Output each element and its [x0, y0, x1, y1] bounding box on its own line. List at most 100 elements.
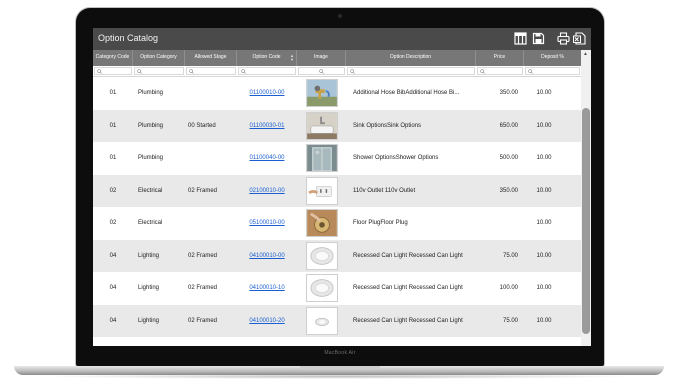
- header-allowed-stage[interactable]: Allowed Stage: [185, 50, 237, 66]
- cell-allowed-stage: [188, 207, 238, 239]
- option-code-link[interactable]: 01100030-01: [250, 123, 285, 129]
- header-price[interactable]: Price: [476, 50, 524, 66]
- cell-price: 100.00: [499, 285, 518, 291]
- filter-option-description[interactable]: [347, 67, 475, 75]
- header-option-code[interactable]: Option Code ▲ ▼: [237, 50, 297, 66]
- cell-allowed-stage: [188, 77, 238, 109]
- cell-category-code: 01: [109, 90, 117, 96]
- cell-option-category: Plumbing: [138, 90, 164, 96]
- option-code-link[interactable]: 01100040-00: [250, 155, 285, 161]
- excel-export-icon[interactable]: [573, 32, 586, 45]
- table-row[interactable]: 01 Plumbing 00 Started 01100030-01 Sink Opti…: [93, 109, 581, 142]
- table-row[interactable]: 04 Lighting 02 Framed 04100010-10 Recessed C…: [93, 272, 581, 304]
- cell-price: 75.00: [502, 317, 518, 324]
- search-icon: [480, 69, 485, 74]
- cell-option-code[interactable]: 02100010-00: [237, 175, 297, 207]
- cell-option-description: Shower OptionsShower Options: [353, 155, 439, 161]
- search-icon: [350, 69, 355, 74]
- option-code-link[interactable]: 01100010-00: [250, 90, 285, 96]
- shower-thumbnail[interactable]: [306, 144, 338, 172]
- table-row[interactable]: 04 Lighting 02 Framed 04100010-20 Recessed C…: [93, 304, 581, 337]
- header-deposit[interactable]: Deposit %: [524, 50, 581, 66]
- page-title: Option Catalog: [98, 33, 159, 43]
- cell-deposit: 10.00: [536, 155, 552, 161]
- can-light-thumbnail[interactable]: [306, 241, 338, 270]
- cell-price: 75.00: [502, 252, 518, 259]
- filter-option-category[interactable]: [134, 67, 184, 75]
- sink-thumbnail[interactable]: [306, 111, 338, 140]
- filter-price[interactable]: [477, 67, 523, 75]
- header-category-code[interactable]: Category Code: [93, 50, 133, 66]
- cell-deposit: 10.00: [536, 285, 552, 291]
- filter-image[interactable]: [298, 67, 345, 75]
- can-light-small-thumbnail[interactable]: [306, 306, 338, 335]
- search-icon: [241, 69, 246, 74]
- cell-category-code: 04: [109, 285, 117, 291]
- cell-price: 350.00: [499, 90, 518, 96]
- print-icon[interactable]: [557, 32, 570, 45]
- cell-option-description: Additional Hose BibAdditional Hose Bi...: [353, 90, 460, 96]
- cell-option-category: Lighting: [138, 252, 160, 259]
- header-option-category[interactable]: Option Category: [133, 50, 185, 66]
- app-window: Option Catalog Category Code Option Cate…: [93, 28, 591, 346]
- hose-bib-thumbnail[interactable]: [306, 79, 338, 107]
- cell-option-code[interactable]: 04100010-10: [237, 272, 297, 304]
- cell-option-description: 110v Outlet 110v Outlet: [353, 187, 416, 194]
- scroll-up-icon[interactable]: ▲: [583, 51, 588, 57]
- search-icon: [137, 69, 142, 74]
- title-bar: Option Catalog: [93, 28, 591, 50]
- column-chooser-icon[interactable]: [514, 32, 527, 45]
- cell-category-code: 02: [109, 187, 117, 194]
- cell-option-code[interactable]: 05100010-00: [237, 207, 297, 239]
- option-code-link[interactable]: 05100010-00: [249, 220, 284, 226]
- cell-price: 650.00: [499, 122, 518, 129]
- cell-deposit: 10.00: [536, 252, 552, 259]
- cell-option-code[interactable]: 01100030-01: [237, 110, 297, 142]
- table-row[interactable]: 01 Plumbing 01100040-00 Shower OptionsShowe…: [93, 142, 581, 174]
- cell-option-category: Lighting: [138, 285, 160, 291]
- cell-deposit: 10.00: [536, 187, 552, 194]
- search-icon: [97, 69, 102, 74]
- table-row[interactable]: 02 Electrical 02 Framed 02100010-00 110v Out…: [93, 174, 581, 207]
- filter-allowed-stage[interactable]: [186, 67, 236, 75]
- cell-allowed-stage: 00 Started: [188, 122, 216, 129]
- sort-icon: ▲ ▼: [290, 53, 294, 62]
- option-code-link[interactable]: 04100010-00: [249, 253, 284, 259]
- search-icon: [319, 69, 324, 74]
- filter-category-code[interactable]: [94, 67, 132, 75]
- floor-plug-thumbnail[interactable]: [306, 209, 338, 237]
- cell-option-code[interactable]: 04100010-00: [237, 240, 297, 272]
- filter-deposit[interactable]: [525, 67, 580, 75]
- cell-option-category: Plumbing: [138, 155, 164, 161]
- filter-option-code[interactable]: [238, 67, 296, 75]
- header-option-description[interactable]: Option Description: [346, 50, 476, 66]
- table-row[interactable]: 01 Plumbing 01100010-00 Additional Hose Bib…: [93, 77, 581, 109]
- cell-option-category: Electrical: [138, 220, 163, 226]
- header-image[interactable]: Image: [297, 50, 346, 66]
- outlet-thumbnail[interactable]: [306, 176, 338, 205]
- option-code-link[interactable]: 04100010-10: [249, 285, 284, 291]
- cell-option-description: Floor PlugFloor Plug: [353, 220, 408, 226]
- cell-allowed-stage: 02 Framed: [188, 317, 218, 324]
- cell-category-code: 01: [109, 155, 117, 161]
- cell-option-code[interactable]: 04100010-20: [237, 305, 297, 337]
- search-icon: [528, 69, 533, 74]
- cell-option-category: Electrical: [138, 187, 163, 194]
- scrollbar-thumb[interactable]: [582, 108, 590, 334]
- save-icon[interactable]: [532, 32, 545, 45]
- camera-icon: [338, 14, 342, 18]
- cell-option-description: Recessed Can Light Recessed Can Light: [353, 285, 463, 291]
- cell-option-code[interactable]: 01100010-00: [237, 77, 297, 109]
- can-light-thumbnail[interactable]: [306, 274, 338, 302]
- table-row[interactable]: 02 Electrical 05100010-00 Floor PlugFloor P…: [93, 207, 581, 239]
- cell-option-code[interactable]: 01100040-00: [237, 142, 297, 174]
- cell-option-description: Recessed Can Light Recessed Can Light: [353, 317, 463, 324]
- table-row[interactable]: 04 Lighting 02 Framed 04100010-00 Recessed C…: [93, 239, 581, 272]
- cell-option-category: Plumbing: [138, 122, 164, 129]
- option-code-link[interactable]: 04100010-20: [249, 318, 284, 324]
- cell-price: [476, 207, 518, 239]
- cell-deposit: 10.00: [536, 317, 552, 324]
- cell-option-description: Sink OptionsSink Options: [353, 122, 422, 129]
- laptop-notch: [300, 366, 380, 369]
- option-code-link[interactable]: 02100010-00: [249, 188, 284, 194]
